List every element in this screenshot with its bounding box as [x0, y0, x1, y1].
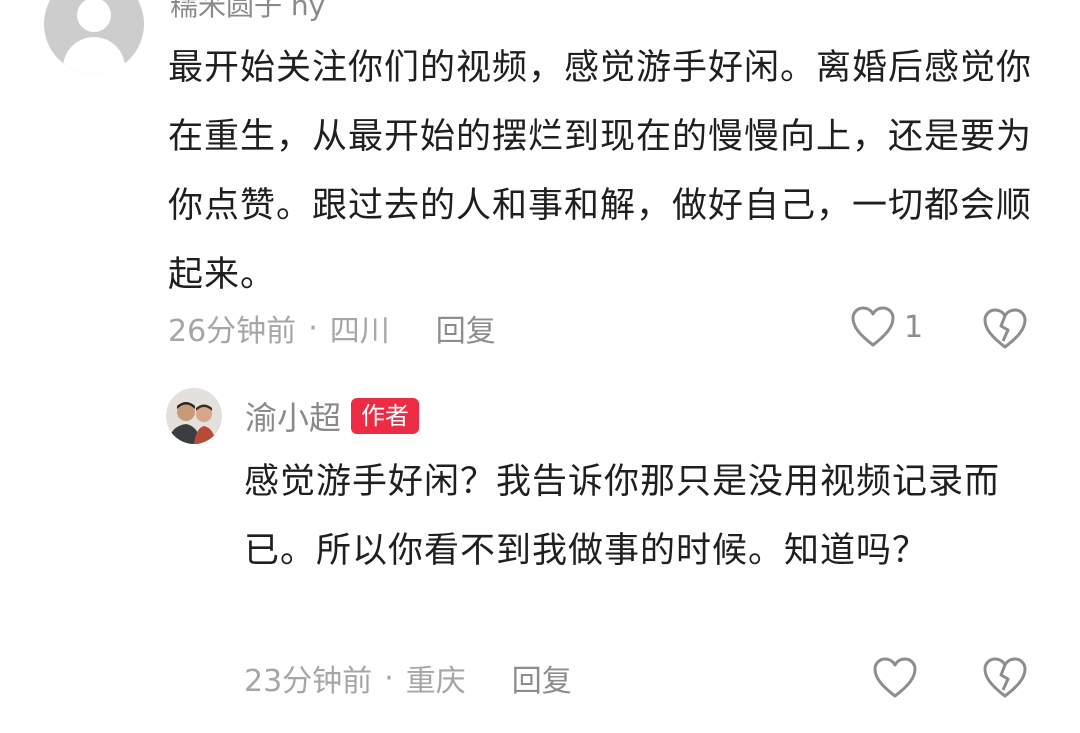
comment-time: 26分钟前: [168, 314, 297, 349]
broken-heart-icon: [983, 657, 1027, 698]
author-name-row: 渝小超 作者: [245, 393, 420, 439]
reply-meta: 23分钟前 · 重庆 回复: [244, 656, 572, 700]
reply-text: 感觉游手好闲？我告诉你那只是没用视频记录而已。所以你看不到我做事的时候。知道吗？: [244, 462, 1001, 571]
reply-location: 重庆: [405, 664, 466, 699]
broken-heart-icon: [983, 308, 1027, 349]
meta-separator: ·: [308, 310, 318, 346]
reply-like-button[interactable]: [872, 656, 918, 700]
default-avatar-body: [63, 37, 125, 74]
reply-reply-button[interactable]: 回复: [512, 656, 572, 700]
heart-outline-icon: [873, 657, 917, 698]
comment-dislike-button[interactable]: [982, 307, 1028, 351]
author-avatar[interactable]: [166, 388, 222, 444]
comment-like-count: 1: [904, 309, 924, 345]
author-username[interactable]: 渝小超: [245, 393, 341, 439]
commenter-avatar[interactable]: [44, 0, 144, 74]
author-avatar-photo: [166, 388, 222, 444]
meta-separator: ·: [384, 660, 394, 696]
reply-dislike-button[interactable]: [982, 656, 1028, 700]
default-avatar-head: [77, 0, 111, 32]
comment-meta: 26分钟前 · 四川 回复: [168, 306, 496, 350]
reply-time: 23分钟前: [244, 664, 373, 699]
commenter-username[interactable]: 糯米圆子 ny: [170, 0, 325, 24]
comment-like-button[interactable]: 1: [850, 305, 923, 349]
comment-location: 四川: [329, 314, 390, 349]
heart-outline-icon: [851, 306, 895, 347]
comment-reply-button[interactable]: 回复: [436, 306, 496, 350]
comment-text: 最开始关注你们的视频，感觉游手好闲。离婚后感觉你在重生，从最开始的摆烂到现在的慢…: [168, 48, 1033, 295]
author-badge: 作者: [351, 398, 420, 434]
